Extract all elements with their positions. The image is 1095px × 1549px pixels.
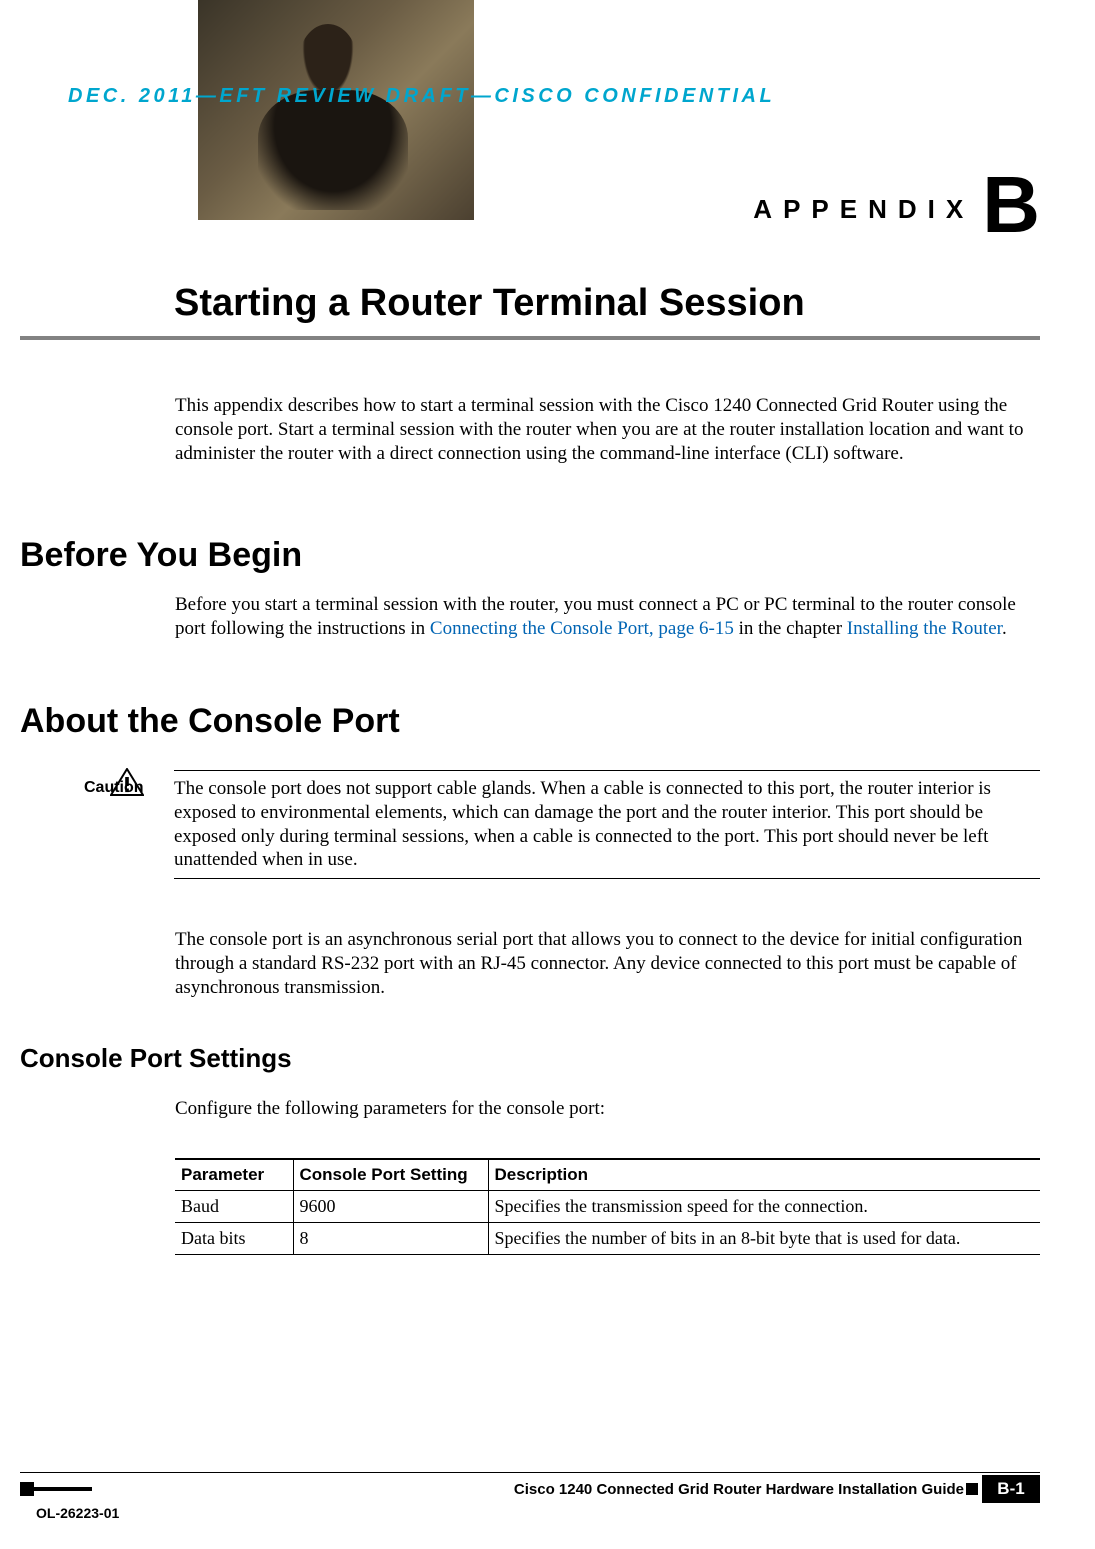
- footer-rule: [20, 1472, 1040, 1473]
- before-body: Before you start a terminal session with…: [175, 593, 1040, 641]
- footer-box-left: [20, 1482, 34, 1496]
- appendix-header: APPENDIX B: [478, 165, 1040, 245]
- footer-page-number: B-1: [982, 1475, 1040, 1503]
- document-page: DEC. 2011—EFT REVIEW DRAFT—CISCO CONFIDE…: [0, 0, 1095, 1549]
- intro-paragraph: This appendix describes how to start a t…: [175, 394, 1040, 465]
- table-header-row: Parameter Console Port Setting Descripti…: [175, 1159, 1040, 1191]
- chapter-title: Starting a Router Terminal Session: [174, 282, 1034, 325]
- td-parameter: Baud: [175, 1191, 293, 1223]
- td-description: Specifies the number of bits in an 8-bit…: [488, 1223, 1040, 1255]
- th-setting: Console Port Setting: [293, 1159, 488, 1191]
- before-body-post: .: [1002, 618, 1007, 639]
- caution-text: The console port does not support cable …: [174, 777, 1040, 872]
- td-setting: 8: [293, 1223, 488, 1255]
- title-rule: [20, 336, 1040, 340]
- heading-console-port-settings: Console Port Settings: [20, 1043, 292, 1074]
- caution-block: Caution The console port does not suppor…: [84, 770, 1040, 879]
- th-description: Description: [488, 1159, 1040, 1191]
- td-setting: 9600: [293, 1191, 488, 1223]
- confidential-banner: DEC. 2011—EFT REVIEW DRAFT—CISCO CONFIDE…: [68, 85, 968, 108]
- page-footer: Cisco 1240 Connected Grid Router Hardwar…: [20, 1472, 1040, 1521]
- about-body: The console port is an asynchronous seri…: [175, 928, 1040, 999]
- footer-doc-title: Cisco 1240 Connected Grid Router Hardwar…: [20, 1481, 982, 1498]
- before-body-mid: in the chapter: [734, 618, 847, 639]
- caution-rule-bottom: [174, 878, 1040, 879]
- link-installing-the-router[interactable]: Installing the Router: [847, 618, 1002, 639]
- hero-image: [198, 0, 474, 220]
- appendix-label: APPENDIX: [753, 194, 974, 225]
- footer-square-decor: [966, 1483, 978, 1495]
- caution-icon: [110, 768, 144, 796]
- footer-ol-number: OL-26223-01: [36, 1505, 1040, 1521]
- table-row: Baud 9600 Specifies the transmission spe…: [175, 1191, 1040, 1223]
- th-parameter: Parameter: [175, 1159, 293, 1191]
- link-connecting-console-port[interactable]: Connecting the Console Port, page 6-15: [430, 618, 734, 639]
- heading-before-you-begin: Before You Begin: [20, 536, 302, 575]
- td-parameter: Data bits: [175, 1223, 293, 1255]
- console-port-settings-table: Parameter Console Port Setting Descripti…: [175, 1158, 1040, 1255]
- appendix-letter: B: [982, 165, 1040, 245]
- settings-body: Configure the following parameters for t…: [175, 1097, 1040, 1121]
- heading-about-console-port: About the Console Port: [20, 702, 400, 741]
- table-row: Data bits 8 Specifies the number of bits…: [175, 1223, 1040, 1255]
- caution-rule-top: [174, 770, 1040, 771]
- td-description: Specifies the transmission speed for the…: [488, 1191, 1040, 1223]
